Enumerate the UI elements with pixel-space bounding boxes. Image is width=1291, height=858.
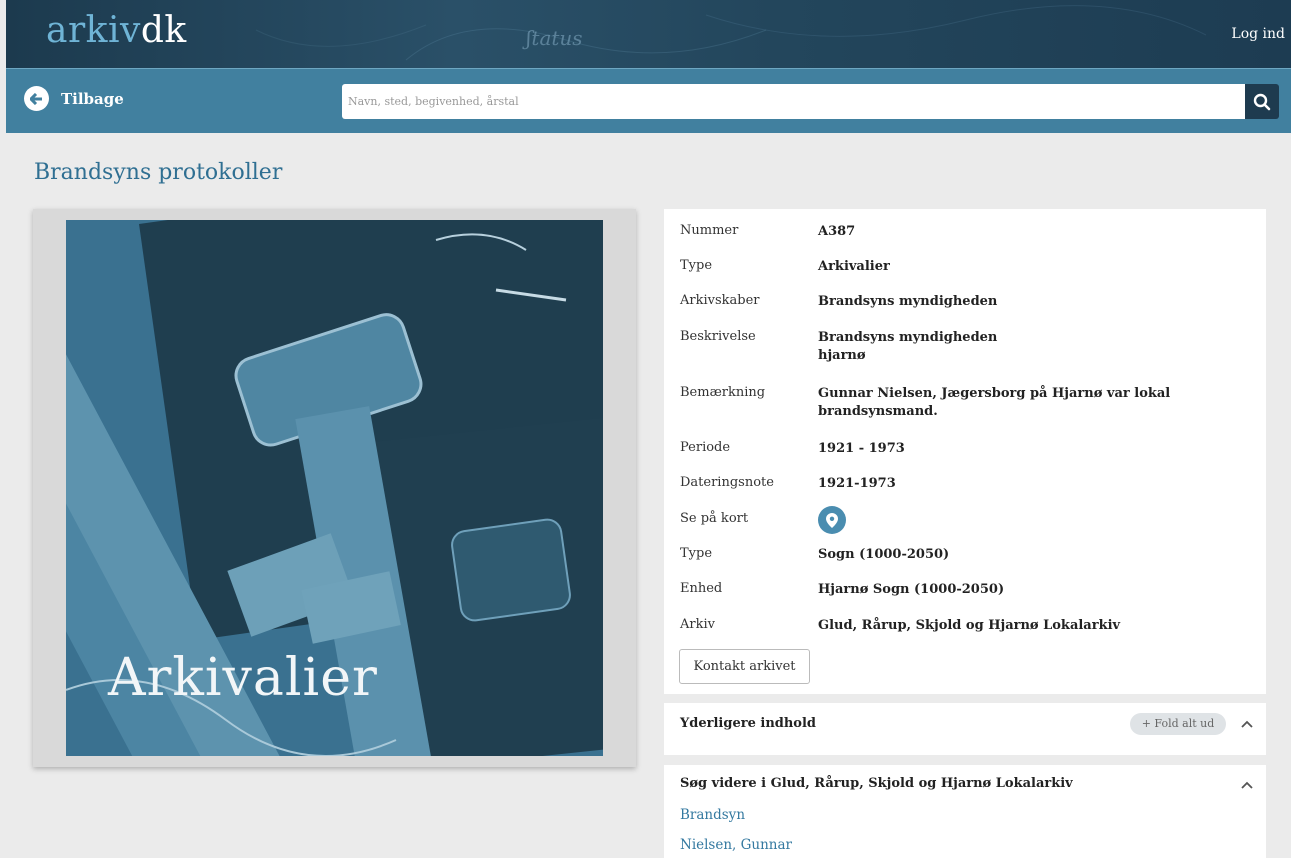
- map-pin-icon: [826, 512, 838, 528]
- detail-key: Dateringsnote: [680, 475, 774, 490]
- detail-value: Arkivalier: [818, 259, 890, 274]
- detail-key: Enhed: [680, 581, 723, 596]
- logo-part-arkiv: arkiv: [46, 10, 141, 51]
- decorative-script: ʃtatus: [526, 26, 583, 50]
- detail-value: Hjarnø Sogn (1000-2050): [818, 582, 1005, 597]
- detail-row-bemaerkning: Bemærkning Gunnar Nielsen, Jægersborg på…: [680, 385, 1250, 421]
- record-details-card: Nummer A387 Type Arkivalier Arkivskaber …: [664, 209, 1266, 694]
- header-texture: [255, 5, 1207, 61]
- back-label: Tilbage: [61, 89, 124, 108]
- detail-row-arkiv: Arkiv Glud, Rårup, Skjold og Hjarnø Loka…: [680, 617, 1250, 635]
- detail-row-beskrivelse: Beskrivelse Brandsyns myndigheden hjarnø: [680, 329, 1250, 365]
- detail-value-line: Gunnar Nielsen, Jægersborg på Hjarnø var…: [818, 386, 1171, 401]
- magnifier-icon: [1253, 93, 1271, 110]
- detail-row-periode: Periode 1921 - 1973: [680, 440, 1250, 458]
- arkivdk-logo[interactable]: arkivdk: [46, 10, 187, 51]
- logo-part-dk: dk: [140, 10, 187, 51]
- additional-content-title: Yderligere indhold: [680, 716, 817, 731]
- detail-value: Glud, Rårup, Skjold og Hjarnø Lokalarkiv: [818, 618, 1121, 633]
- navigation-bar: Tilbage Navn, sted, begivenhed, årstal: [6, 68, 1291, 133]
- detail-key: Periode: [680, 440, 731, 455]
- page-title: Brandsyns protokoller: [34, 160, 283, 185]
- detail-value: A387: [818, 224, 856, 239]
- detail-row-nummer: Nummer A387: [680, 223, 1250, 241]
- arrow-left-circle-icon: [24, 86, 49, 111]
- detail-value: Sogn (1000-2050): [818, 547, 950, 562]
- detail-key: Type: [680, 546, 713, 561]
- search-further-title: Søg videre i Glud, Rårup, Skjold og Hjar…: [680, 776, 1073, 791]
- top-header: arkivdk ʃtatus Log ind: [6, 0, 1291, 68]
- contact-archive-button[interactable]: Kontakt arkivet: [679, 649, 810, 684]
- search-further-panel: Søg videre i Glud, Rårup, Skjold og Hjar…: [664, 765, 1266, 858]
- image-label: Arkivalier: [108, 648, 378, 708]
- detail-value: Brandsyns myndigheden: [818, 294, 998, 309]
- show-on-map-button[interactable]: [818, 506, 846, 534]
- detail-value: Gunnar Nielsen, Jægersborg på Hjarnø var…: [818, 385, 1170, 421]
- chevron-up-icon[interactable]: [1239, 777, 1255, 793]
- record-image: Arkivalier: [66, 220, 603, 756]
- detail-value-line: hjarnø: [818, 348, 866, 363]
- chevron-up-icon[interactable]: [1239, 716, 1255, 732]
- detail-row-type: Type Arkivalier: [680, 258, 1250, 276]
- detail-key: Arkivskaber: [680, 293, 760, 308]
- detail-value: 1921-1973: [818, 476, 896, 491]
- detail-key: Beskrivelse: [680, 329, 756, 344]
- back-button[interactable]: Tilbage: [24, 86, 124, 111]
- search-input[interactable]: Navn, sted, begivenhed, årstal: [342, 84, 1245, 119]
- detail-key: Arkiv: [680, 617, 715, 632]
- detail-row-se-paa-kort: Se på kort: [680, 506, 1250, 534]
- detail-value-line: brandsynsmand.: [818, 404, 938, 419]
- detail-row-dateringsnote: Dateringsnote 1921-1973: [680, 475, 1250, 493]
- record-image-card: Arkivalier: [33, 209, 636, 767]
- detail-value-line: Brandsyns myndigheden: [818, 330, 998, 345]
- detail-key: Bemærkning: [680, 385, 766, 400]
- detail-value: 1921 - 1973: [818, 441, 905, 456]
- fold-all-out-button[interactable]: + Fold alt ud: [1130, 713, 1226, 735]
- detail-value: Brandsyns myndigheden hjarnø: [818, 329, 997, 365]
- additional-content-panel: Yderligere indhold + Fold alt ud: [664, 703, 1266, 755]
- search-link-nielsen-gunnar[interactable]: Nielsen, Gunnar: [680, 837, 792, 853]
- detail-key: Se på kort: [680, 511, 749, 526]
- detail-row-type-sogn: Type Sogn (1000-2050): [680, 546, 1250, 564]
- search-link-brandsyn[interactable]: Brandsyn: [680, 807, 745, 823]
- detail-key: Nummer: [680, 223, 739, 238]
- login-link[interactable]: Log ind: [1231, 26, 1285, 42]
- search-button[interactable]: [1245, 84, 1279, 119]
- detail-key: Type: [680, 258, 713, 273]
- detail-row-arkivskaber: Arkivskaber Brandsyns myndigheden: [680, 293, 1250, 311]
- detail-row-enhed: Enhed Hjarnø Sogn (1000-2050): [680, 581, 1250, 599]
